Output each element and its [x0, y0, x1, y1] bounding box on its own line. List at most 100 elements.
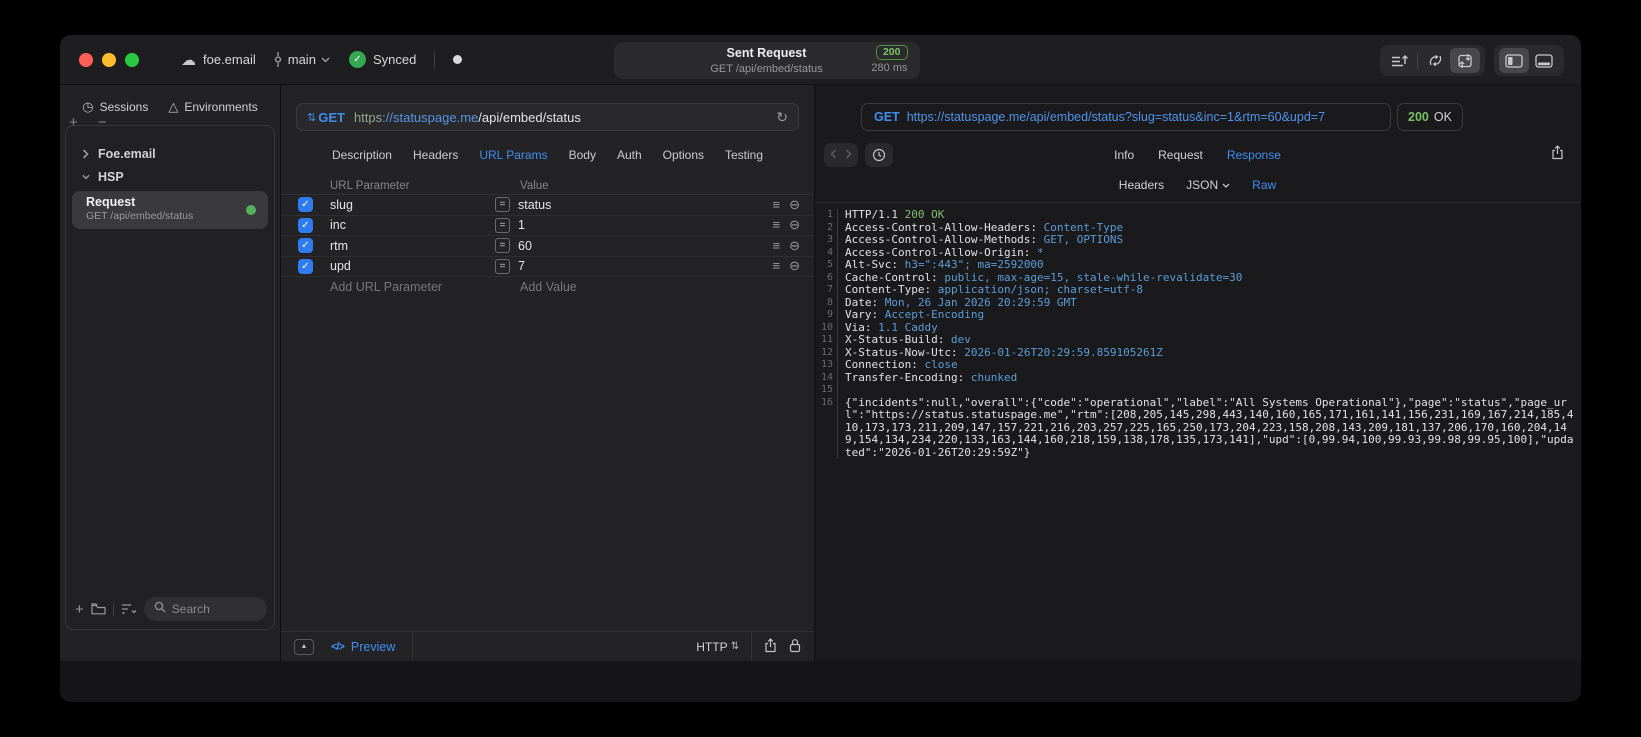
- param-name[interactable]: rtm: [330, 239, 495, 253]
- sidebar-toolbar: +: [66, 595, 274, 629]
- subtab-json[interactable]: JSON: [1186, 178, 1230, 192]
- tab-description[interactable]: Description: [332, 148, 392, 162]
- tab-options[interactable]: Options: [663, 148, 704, 162]
- expand-panel-button[interactable]: ▲: [294, 638, 314, 655]
- request-method[interactable]: GET: [318, 110, 345, 125]
- param-row[interactable]: ✓ upd = 7 ≡ ⊖: [281, 257, 814, 277]
- param-value[interactable]: 60: [518, 239, 532, 253]
- add-request-button[interactable]: +: [75, 601, 84, 618]
- subtab-headers[interactable]: Headers: [1119, 178, 1164, 192]
- param-value[interactable]: 7: [518, 259, 525, 273]
- tab-sessions-label: Sessions: [99, 100, 149, 114]
- column-header-value: Value: [520, 179, 549, 192]
- forward-icon[interactable]: [845, 148, 852, 162]
- toolbar-divider: [112, 602, 114, 616]
- add-value-placeholder[interactable]: Add Value: [495, 280, 752, 294]
- request-url[interactable]: https://statuspage.me/api/embed/status: [354, 110, 581, 125]
- preview-button[interactable]: </> Preview: [331, 640, 395, 654]
- project-name[interactable]: foe.email: [203, 52, 256, 67]
- export-response-icon[interactable]: [1551, 145, 1564, 163]
- remove-row-icon[interactable]: ⊖: [789, 217, 800, 233]
- lock-icon[interactable]: [789, 638, 801, 656]
- tab-sessions[interactable]: ◷ Sessions: [82, 99, 148, 115]
- subtab-raw[interactable]: Raw: [1252, 178, 1276, 192]
- param-row[interactable]: ✓ inc = 1 ≡ ⊖: [281, 216, 814, 236]
- param-checkbox[interactable]: ✓: [298, 197, 313, 213]
- tab-testing[interactable]: Testing: [725, 148, 763, 162]
- tree-group-foe-email[interactable]: Foe.email: [66, 142, 274, 165]
- tree-group-label: HSP: [98, 169, 124, 184]
- add-param-placeholder[interactable]: Add URL Parameter: [330, 280, 495, 294]
- search-icon: [154, 600, 166, 618]
- param-checkbox[interactable]: ✓: [298, 238, 313, 254]
- footer-divider: [412, 632, 414, 661]
- remove-row-icon[interactable]: ⊖: [789, 197, 800, 213]
- param-name[interactable]: slug: [330, 198, 495, 212]
- request-tree: Foe.email HSP Request GET /api/embed/sta…: [66, 126, 274, 595]
- tab-request[interactable]: Request: [1158, 148, 1203, 162]
- history-clock-button[interactable]: [865, 143, 893, 167]
- git-commit-icon: [273, 52, 283, 67]
- tab-url-params[interactable]: URL Params: [479, 148, 547, 162]
- tab-headers[interactable]: Headers: [413, 148, 458, 162]
- preview-label: Preview: [350, 639, 396, 654]
- drag-handle-icon[interactable]: ≡: [773, 238, 781, 254]
- response-body[interactable]: 1 HTTP/1.1 200 OK 2 Access-Control-Allow-H…: [815, 203, 1580, 661]
- toggle-sidebar-button[interactable]: [1499, 48, 1529, 73]
- params-table-header: URL Parameter Value: [281, 177, 814, 195]
- close-window-button[interactable]: [79, 52, 93, 67]
- param-row[interactable]: ✓ rtm = 60 ≡ ⊖: [281, 236, 814, 257]
- param-checkbox[interactable]: ✓: [298, 217, 313, 233]
- request-item-title: Request: [86, 195, 136, 209]
- drag-handle-icon[interactable]: ≡: [773, 197, 781, 213]
- sent-request-url[interactable]: GET https://statuspage.me/api/embed/stat…: [861, 103, 1391, 131]
- drag-handle-icon[interactable]: ≡: [773, 217, 781, 233]
- param-name[interactable]: upd: [330, 259, 495, 273]
- request-url-bar[interactable]: ⇅ GET https://statuspage.me/api/embed/st…: [296, 103, 799, 131]
- back-icon[interactable]: [830, 148, 837, 162]
- request-panel: ⇅ GET https://statuspage.me/api/embed/st…: [281, 85, 815, 661]
- sync-requests-button[interactable]: [1450, 48, 1480, 73]
- toggle-bottom-panel-button[interactable]: [1529, 48, 1559, 73]
- sidebar: ◷ Sessions △ Environments + − Foe.email: [60, 85, 281, 661]
- remove-row-icon[interactable]: ⊖: [789, 238, 800, 254]
- response-json-line: 16 {"incidents":null,"overall":{"code":"o…: [815, 396, 1580, 459]
- param-value[interactable]: 1: [518, 218, 525, 232]
- url-scheme: https: [353, 109, 383, 125]
- param-checkbox[interactable]: ✓: [298, 258, 313, 274]
- sort-list-button[interactable]: [121, 603, 137, 615]
- sidebar-item-request[interactable]: Request GET /api/embed/status: [72, 191, 268, 229]
- search-field[interactable]: [143, 597, 267, 621]
- request-summary-pill[interactable]: Sent Request 200 GET /api/embed/status 2…: [613, 42, 920, 79]
- param-name[interactable]: inc: [330, 218, 495, 232]
- param-row[interactable]: ✓ slug = status ≡ ⊖: [281, 195, 814, 216]
- chevron-down-icon: [82, 174, 90, 180]
- request-item-subtitle: GET /api/embed/status: [86, 210, 194, 222]
- method-stepper-icon[interactable]: ⇅: [307, 111, 316, 124]
- column-header-param: URL Parameter: [330, 179, 410, 192]
- param-value[interactable]: status: [518, 198, 551, 212]
- tree-group-hsp[interactable]: HSP: [66, 165, 274, 188]
- titlebar-tools-group: [1380, 45, 1485, 76]
- share-icon[interactable]: [764, 637, 777, 656]
- tab-environments[interactable]: △ Environments: [168, 99, 257, 115]
- new-folder-button[interactable]: [91, 603, 106, 615]
- compare-branches-button[interactable]: [1420, 48, 1450, 73]
- remove-row-icon[interactable]: ⊖: [789, 258, 800, 274]
- add-param-row[interactable]: Add URL Parameter Add Value: [281, 277, 814, 298]
- http-version-selector[interactable]: HTTP ⇅: [696, 640, 739, 654]
- resend-request-icon[interactable]: ↻: [776, 109, 788, 126]
- branch-selector[interactable]: main: [273, 52, 330, 67]
- app-window: ☁ foe.email main ✓ Synced Sent Request 2…: [60, 35, 1581, 702]
- tab-body[interactable]: Body: [569, 148, 596, 162]
- tab-auth[interactable]: Auth: [617, 148, 642, 162]
- search-input[interactable]: [171, 602, 257, 616]
- export-list-button[interactable]: [1385, 48, 1415, 73]
- zoom-window-button[interactable]: [125, 52, 139, 67]
- minimize-window-button[interactable]: [102, 52, 116, 67]
- tab-info[interactable]: Info: [1114, 148, 1134, 162]
- tab-response[interactable]: Response: [1227, 148, 1281, 162]
- drag-handle-icon[interactable]: ≡: [773, 258, 781, 274]
- response-status-text: OK: [1433, 110, 1452, 124]
- equals-icon: =: [495, 238, 510, 254]
